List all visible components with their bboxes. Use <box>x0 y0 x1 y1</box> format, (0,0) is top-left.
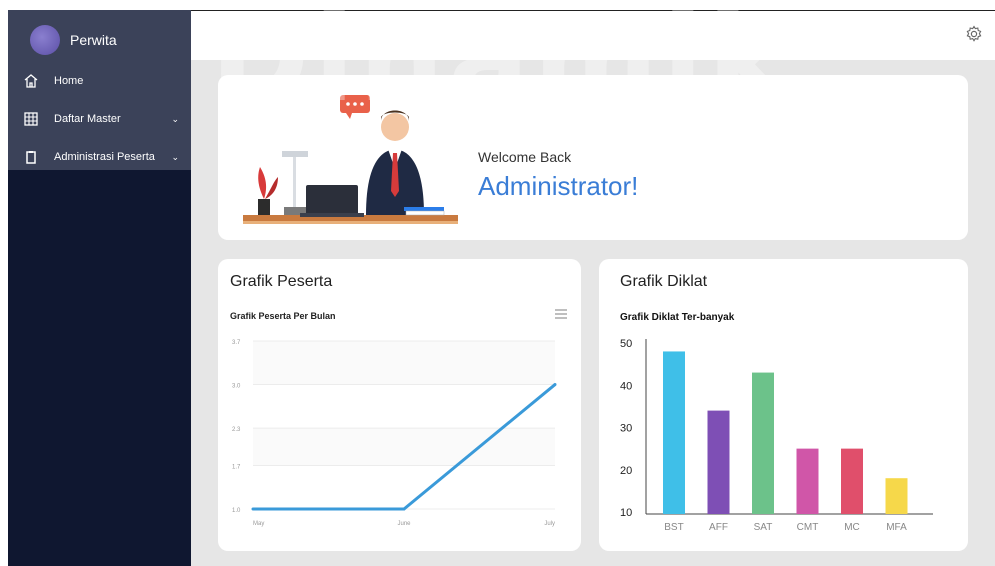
bar <box>663 351 685 514</box>
sidebar-item-home[interactable]: Home <box>8 62 191 100</box>
y-tick-label: 1.7 <box>232 464 241 470</box>
bar <box>752 372 774 514</box>
chevron-down-icon: ⌄ <box>171 151 179 162</box>
data-point <box>402 507 406 511</box>
x-tick-label: June <box>397 521 411 527</box>
grafik-peserta-card: Grafik Peserta Grafik Peserta Per Bulan … <box>218 259 581 551</box>
brand-logo-icon <box>30 25 60 55</box>
sidebar-item-label: Daftar Master <box>54 113 121 125</box>
grid-band <box>253 428 555 466</box>
grid-icon <box>22 110 40 128</box>
x-tick-label: MC <box>844 522 860 533</box>
data-point <box>553 383 557 387</box>
x-tick-label: CMT <box>797 522 819 533</box>
x-tick-label: BST <box>664 522 683 533</box>
sidebar-menu: Perwita Home Daftar Master ⌄ Administras… <box>8 10 191 170</box>
x-tick-label: AFF <box>709 522 728 533</box>
bar <box>885 478 908 514</box>
sidebar-item-administrasi-peserta[interactable]: Administrasi Peserta ⌄ <box>8 138 191 176</box>
y-tick-label: 40 <box>620 380 632 392</box>
admin-illustration <box>243 95 458 224</box>
welcome-name: Administrator! <box>478 171 639 201</box>
y-tick-label: 1.0 <box>232 508 241 514</box>
home-icon <box>22 72 40 90</box>
bar <box>841 448 863 514</box>
welcome-subtitle: Welcome Back <box>478 149 572 165</box>
sidebar-item-daftar-master[interactable]: Daftar Master ⌄ <box>8 100 191 138</box>
x-tick-label: July <box>544 521 555 527</box>
grid-band <box>253 341 555 385</box>
clipboard-icon <box>22 148 40 166</box>
chevron-down-icon: ⌄ <box>171 113 179 124</box>
y-tick-label: 30 <box>620 423 632 435</box>
bar <box>796 448 819 514</box>
welcome-card: Welcome Back Administrator! <box>218 75 968 240</box>
gear-icon[interactable] <box>965 25 983 43</box>
brand-name: Perwita <box>70 32 117 48</box>
sidebar: Perwita Home Daftar Master ⌄ Administras… <box>8 10 191 566</box>
brand[interactable]: Perwita <box>8 18 191 62</box>
x-tick-label: May <box>253 521 264 527</box>
bar-chart: 50 40 30 20 10 BST AFF SAT CMT MC MFA <box>620 338 933 533</box>
y-tick-label: 20 <box>620 465 632 477</box>
y-tick-label: 3.7 <box>232 340 241 346</box>
line-chart: 3.7 3.0 2.3 1.7 1.0 May June July <box>232 340 557 527</box>
sidebar-item-label: Administrasi Peserta <box>54 151 155 163</box>
data-point <box>251 507 255 511</box>
y-tick-label: 2.3 <box>232 427 241 433</box>
bar <box>707 410 730 514</box>
topbar <box>191 10 995 60</box>
grid-band <box>253 465 555 509</box>
sidebar-item-label: Home <box>54 75 84 87</box>
x-tick-label: MFA <box>886 522 907 533</box>
y-tick-label: 50 <box>620 338 632 350</box>
x-tick-label: SAT <box>754 522 773 533</box>
grafik-diklat-card: Grafik Diklat Grafik Diklat Ter-banyak 5… <box>599 259 968 551</box>
y-tick-label: 3.0 <box>232 384 241 390</box>
y-tick-label: 10 <box>620 507 632 519</box>
main-content: Welcome Back Administrator! Grafik Peser… <box>191 60 995 566</box>
